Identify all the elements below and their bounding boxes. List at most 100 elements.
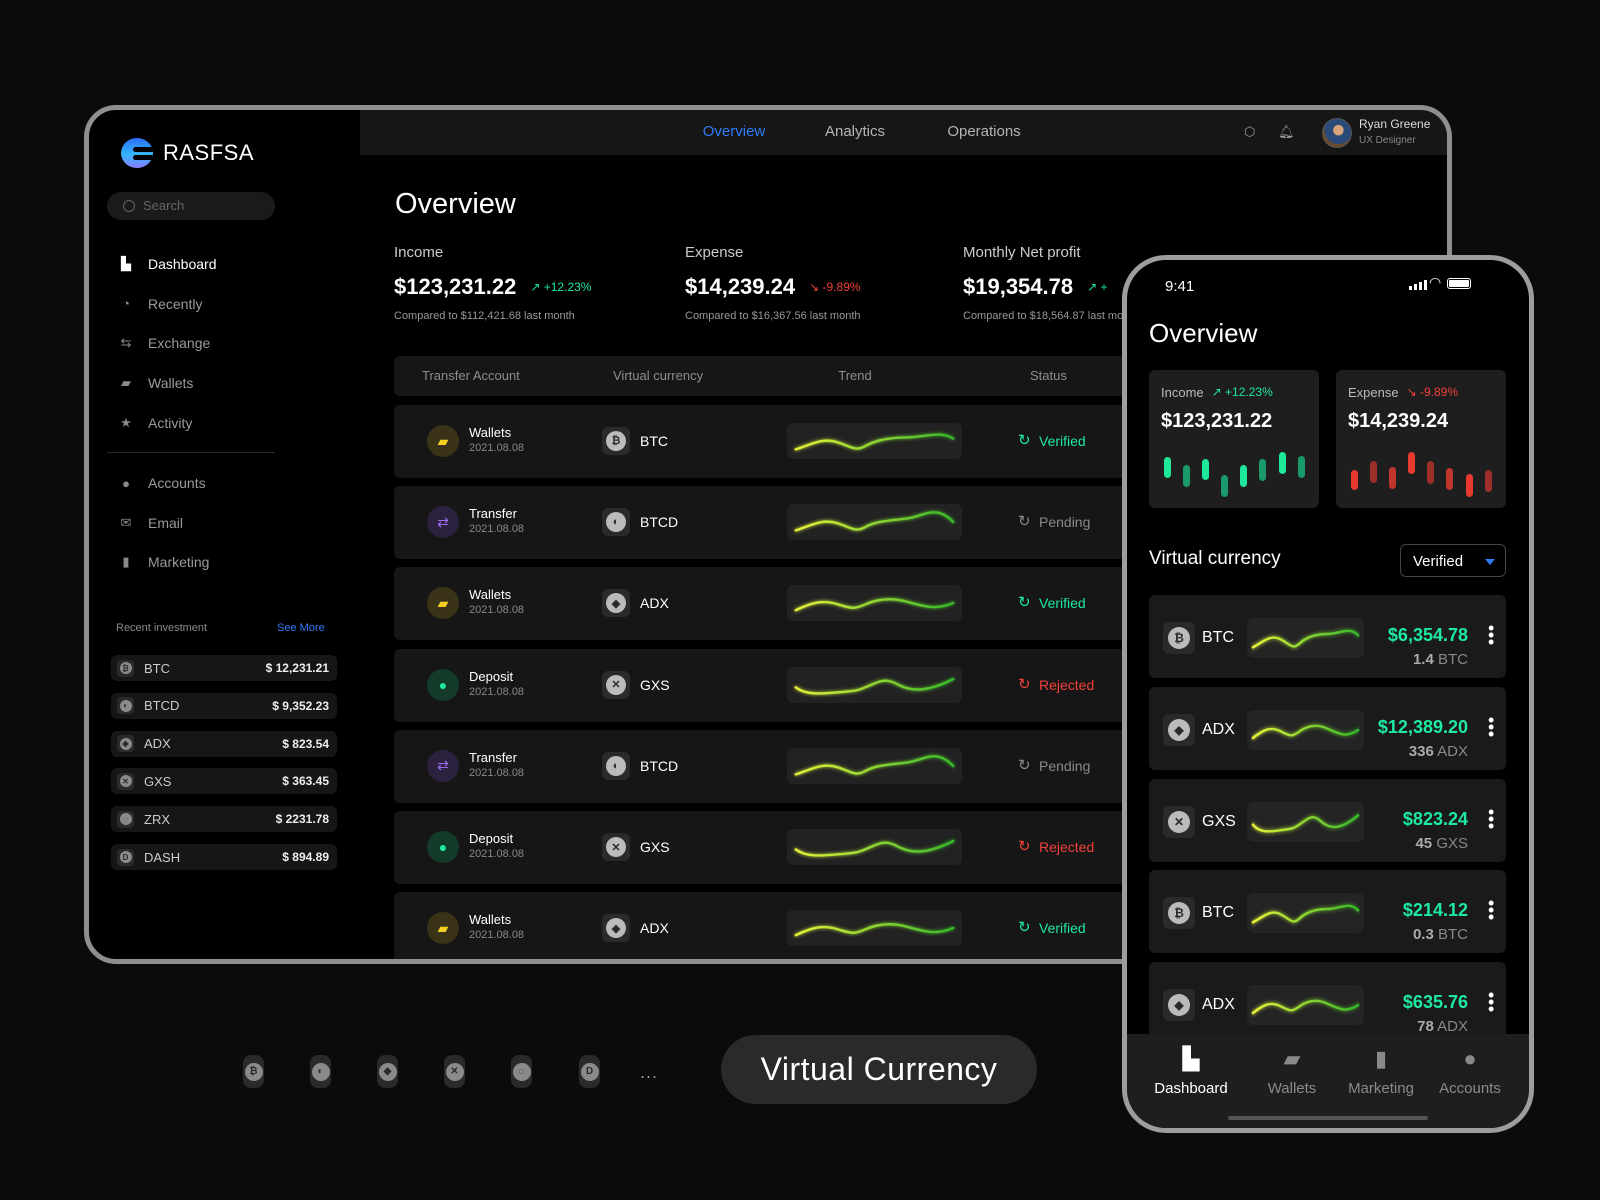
- mobile-tab-marketing[interactable]: ▮ Marketing: [1336, 1046, 1426, 1097]
- sparkline: [1247, 618, 1364, 658]
- sidebar-item-label: Recently: [148, 295, 203, 312]
- more-icon[interactable]: ...: [640, 1062, 658, 1083]
- currency-list-item[interactable]: ₿ BTC $6,354.78 1.4 BTC • • •: [1149, 595, 1506, 678]
- sidebar-item-email[interactable]: ✉ Email: [119, 513, 183, 533]
- stat-label: Expense: [685, 244, 744, 261]
- currency-symbol: BTC: [1202, 904, 1234, 922]
- currency-list-item[interactable]: ◆ ADX $635.76 78 ADX • • •: [1149, 962, 1506, 1046]
- trend-chart: [787, 829, 962, 865]
- mobile-tab-dashboard[interactable]: ▙ Dashboard: [1146, 1046, 1236, 1097]
- currency-amount: 78 ADX: [1417, 1018, 1468, 1036]
- sidebar-item-marketing[interactable]: ▮ Marketing: [119, 552, 209, 572]
- currency-price: $6,354.78: [1387, 625, 1468, 645]
- bar: [1466, 474, 1473, 497]
- coin-amount: $ 12,231.21: [265, 661, 329, 675]
- user-name: Ryan Greene: [1359, 117, 1431, 131]
- search-input[interactable]: Search: [107, 192, 275, 220]
- stat-compare: Compared to $18,564.87 last month: [963, 310, 1139, 322]
- stat-value: $19,354.78: [963, 274, 1074, 299]
- page-title: Overview: [395, 188, 516, 220]
- recent-investment-item[interactable]: ◐ BTCD $ 9,352.23: [111, 692, 337, 719]
- currency-list-item[interactable]: ◆ ADX $12,389.20 336 ADX • • •: [1149, 686, 1506, 770]
- status-badge: Verified: [1039, 920, 1086, 937]
- column-header: Virtual currency: [613, 368, 704, 383]
- search-icon: [123, 200, 135, 212]
- avatar[interactable]: [1322, 118, 1352, 148]
- income-card[interactable]: Income ↗ +12.23% $123,231.22: [1149, 370, 1319, 508]
- row-date: 2021.08.08: [469, 685, 525, 698]
- btcd-coin-icon: ◐: [602, 508, 630, 537]
- trend-down-icon: ↘: [809, 280, 820, 294]
- currency-list-item[interactable]: ₿ BTC $214.12 0.3 BTC • • •: [1149, 870, 1506, 954]
- more-options-icon[interactable]: • • •: [1488, 986, 1494, 1018]
- currency-amount: 0.3 BTC: [1412, 926, 1468, 944]
- mobile-page-title: Overview: [1149, 318, 1258, 348]
- account-type: Transfer: [469, 749, 517, 765]
- dash-coin-icon: D: [579, 1055, 600, 1088]
- tab-overview[interactable]: Overview: [703, 123, 766, 140]
- dashboard-icon: ▙: [121, 256, 131, 271]
- sparkline: [787, 504, 962, 540]
- bar: [1351, 470, 1358, 490]
- gxs-coin-icon: ✕: [117, 772, 134, 790]
- currency-amount: 336 ADX: [1408, 742, 1468, 760]
- sidebar-item-activity[interactable]: ★ Activity: [119, 413, 192, 433]
- account-type: Deposit: [469, 831, 514, 846]
- recent-investment-item[interactable]: ✕ GXS $ 363.45: [111, 768, 337, 795]
- stat-label: Income: [394, 244, 444, 261]
- piggy-bank-icon: ●: [427, 668, 459, 701]
- stat-change: +12.23%: [543, 280, 592, 294]
- sidebar-item-wallets[interactable]: ▰ Wallets: [119, 373, 193, 393]
- stat-value-group: $19,354.78 ↗ +: [963, 274, 1108, 300]
- column-header: Status: [1030, 368, 1067, 383]
- tab-operations[interactable]: Operations: [947, 123, 1020, 140]
- bar: [1259, 459, 1266, 481]
- currency-price: $823.24: [1402, 808, 1468, 829]
- mobile-tab-accounts[interactable]: ● Accounts: [1425, 1046, 1515, 1097]
- virtual-currency-heading: Virtual currency: [1149, 548, 1281, 569]
- cube-icon[interactable]: ⬡: [1244, 124, 1255, 140]
- status-filter-dropdown[interactable]: Verified: [1400, 544, 1506, 577]
- more-options-icon[interactable]: • • •: [1488, 711, 1494, 743]
- dashboard-icon: ▙: [1182, 1046, 1200, 1071]
- recent-investment-item[interactable]: D DASH $ 894.89: [111, 844, 337, 870]
- more-options-icon[interactable]: • • •: [1488, 894, 1494, 926]
- recent-investment-item[interactable]: ₿ BTC $ 12,231.21: [111, 655, 337, 681]
- see-more-link[interactable]: See More: [277, 622, 325, 634]
- currency-list-item[interactable]: ✕ GXS $823.24 45 GXS • • •: [1149, 778, 1506, 862]
- bell-icon[interactable]: 🔔︎: [1278, 124, 1295, 140]
- zrx-coin-icon: ◌: [117, 810, 134, 828]
- bar: [1427, 461, 1434, 484]
- expense-card[interactable]: Expense ↘ -9.89% $14,239.24: [1336, 370, 1506, 508]
- currency-amount: 45 GXS: [1415, 834, 1468, 852]
- coin-symbol: DASH: [144, 849, 181, 865]
- more-options-icon[interactable]: • • •: [1488, 803, 1494, 835]
- row-date: 2021.08.08: [469, 929, 525, 942]
- sparkline: [1247, 802, 1364, 842]
- dropdown-value: Verified: [1413, 553, 1464, 570]
- trend-chart: [787, 666, 962, 703]
- row-date: 2021.08.08: [469, 766, 525, 779]
- bar: [1279, 452, 1286, 474]
- bar: [1298, 456, 1305, 478]
- bar: [1370, 461, 1377, 483]
- sidebar-item-accounts[interactable]: ● Accounts: [119, 473, 206, 493]
- trend-chart: [787, 423, 962, 459]
- gxs-coin-icon: ✕: [444, 1055, 465, 1088]
- more-options-icon[interactable]: • • •: [1488, 619, 1494, 651]
- sparkline: [1247, 985, 1364, 1025]
- wallets-icon: ▰: [1283, 1046, 1301, 1071]
- piggy-bank-icon: ●: [427, 831, 459, 863]
- sidebar-item-exchange[interactable]: ⇆ Exchange: [119, 333, 211, 353]
- gxs-coin-icon: ✕: [1163, 805, 1195, 838]
- sidebar-item-label: Marketing: [148, 554, 210, 570]
- currency-amount: 1.4 BTC: [1412, 651, 1468, 668]
- sidebar-item-dashboard[interactable]: ▙ Dashboard: [119, 254, 217, 274]
- recent-investment-item[interactable]: ◆ ADX $ 823.54: [111, 730, 337, 757]
- mobile-tab-wallets[interactable]: ▰ Wallets: [1247, 1046, 1337, 1097]
- trend-chart: [787, 910, 962, 947]
- status-icon: ↻: [1018, 432, 1031, 449]
- tab-analytics[interactable]: Analytics: [825, 123, 885, 140]
- sidebar-item-recently[interactable]: ◔ Recently: [119, 294, 202, 314]
- recent-investment-item[interactable]: ◌ ZRX $ 2231.78: [111, 806, 337, 833]
